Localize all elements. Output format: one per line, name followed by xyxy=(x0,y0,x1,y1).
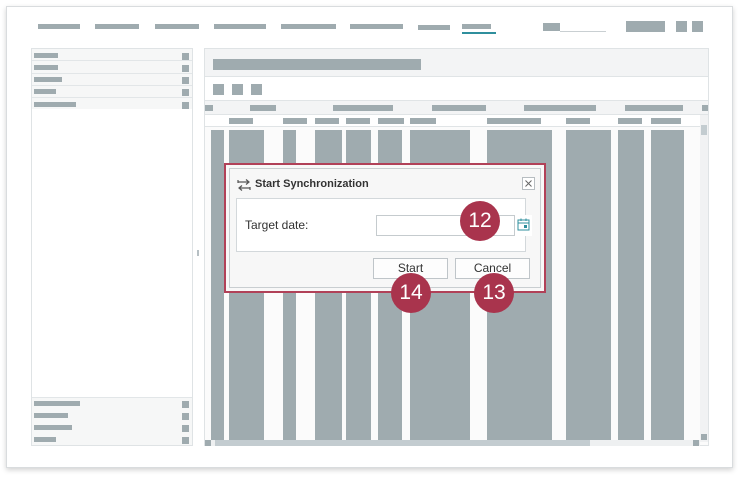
group-header-5[interactable] xyxy=(625,105,683,111)
main-header xyxy=(205,49,708,77)
main-title xyxy=(213,59,421,70)
nav-item-5[interactable] xyxy=(281,24,336,29)
nav-item-4[interactable] xyxy=(214,24,266,29)
nav-item-8-active[interactable] xyxy=(462,24,491,29)
group-header-row xyxy=(205,101,708,115)
sidebar-icon-3[interactable] xyxy=(182,77,189,84)
column-header-9[interactable] xyxy=(618,118,642,124)
callout-13: 13 xyxy=(474,273,514,313)
nav-item-3[interactable] xyxy=(155,24,199,29)
toolbar-button-2[interactable] xyxy=(232,84,243,95)
dialog-title: Start Synchronization xyxy=(255,178,369,190)
sync-icon xyxy=(236,177,252,196)
sidebar xyxy=(31,48,193,446)
callout-12: 12 xyxy=(460,201,500,241)
nav-item-7[interactable] xyxy=(418,25,450,30)
group-header-edge-right xyxy=(702,105,708,111)
sidebar-bottom-icon-4[interactable] xyxy=(182,437,189,444)
group-header-1[interactable] xyxy=(250,105,276,111)
target-date-label: Target date: xyxy=(245,218,309,232)
user-menu[interactable] xyxy=(626,21,665,32)
sidebar-item-4[interactable] xyxy=(34,89,56,94)
horizontal-scroll-thumb[interactable] xyxy=(215,440,590,446)
data-column xyxy=(651,130,684,441)
sidebar-bottom-icon-3[interactable] xyxy=(182,425,189,432)
sidebar-bottom-item-1[interactable] xyxy=(34,401,80,406)
search-underline xyxy=(560,31,606,32)
sidebar-item-2[interactable] xyxy=(34,65,58,70)
toolbar-icon-1[interactable] xyxy=(676,21,687,32)
active-tab-indicator xyxy=(462,32,496,34)
callout-14: 14 xyxy=(391,273,431,313)
sidebar-bottom-item-3[interactable] xyxy=(34,425,72,430)
group-header-2[interactable] xyxy=(333,105,393,111)
column-header-4[interactable] xyxy=(346,118,370,124)
column-header-2[interactable] xyxy=(283,118,307,124)
sidebar-item-5[interactable] xyxy=(34,102,76,107)
main-toolbar xyxy=(205,77,708,101)
column-header-10[interactable] xyxy=(651,118,681,124)
sidebar-bottom-icon-2[interactable] xyxy=(182,413,189,420)
search-placeholder[interactable] xyxy=(543,23,560,31)
column-header-7[interactable] xyxy=(487,118,541,124)
column-header-1[interactable] xyxy=(229,118,253,124)
group-header-3[interactable] xyxy=(432,105,486,111)
sidebar-top-list xyxy=(32,49,192,109)
scroll-left-arrow[interactable] xyxy=(205,440,211,446)
group-header-4[interactable] xyxy=(524,105,596,111)
toolbar-icon-2[interactable] xyxy=(692,21,703,32)
horizontal-scrollbar[interactable] xyxy=(205,440,700,446)
column-header-8[interactable] xyxy=(566,118,590,124)
sidebar-bottom-item-4[interactable] xyxy=(34,437,56,442)
group-header-edge xyxy=(205,105,213,111)
nav-item-6[interactable] xyxy=(350,24,403,29)
column-header-row xyxy=(205,115,708,127)
data-column xyxy=(566,130,611,441)
sidebar-item-3[interactable] xyxy=(34,77,62,82)
sidebar-bottom-item-2[interactable] xyxy=(34,413,68,418)
sidebar-bottom-list xyxy=(32,397,192,445)
sidebar-icon-2[interactable] xyxy=(182,65,189,72)
data-column xyxy=(618,130,644,441)
splitter-handle[interactable] xyxy=(197,250,199,256)
column-header-3[interactable] xyxy=(315,118,339,124)
close-icon[interactable] xyxy=(522,177,535,190)
vertical-scrollbar[interactable] xyxy=(700,115,708,442)
calendar-icon[interactable] xyxy=(514,215,532,236)
sidebar-icon-4[interactable] xyxy=(182,89,189,96)
sidebar-icon-1[interactable] xyxy=(182,53,189,60)
target-date-input[interactable] xyxy=(376,215,531,236)
sidebar-icon-5[interactable] xyxy=(182,102,189,109)
nav-item-1[interactable] xyxy=(38,24,80,29)
scroll-right-arrow[interactable] xyxy=(693,440,699,446)
sidebar-bottom-icon-1[interactable] xyxy=(182,401,189,408)
vertical-scroll-thumb[interactable] xyxy=(701,125,707,135)
scroll-down-arrow[interactable] xyxy=(701,434,707,440)
data-column xyxy=(211,130,224,441)
column-header-5[interactable] xyxy=(378,118,404,124)
sidebar-item-1[interactable] xyxy=(34,53,58,58)
toolbar-button-3[interactable] xyxy=(251,84,262,95)
nav-item-2[interactable] xyxy=(95,24,139,29)
column-header-6[interactable] xyxy=(410,118,436,124)
toolbar-button-1[interactable] xyxy=(213,84,224,95)
